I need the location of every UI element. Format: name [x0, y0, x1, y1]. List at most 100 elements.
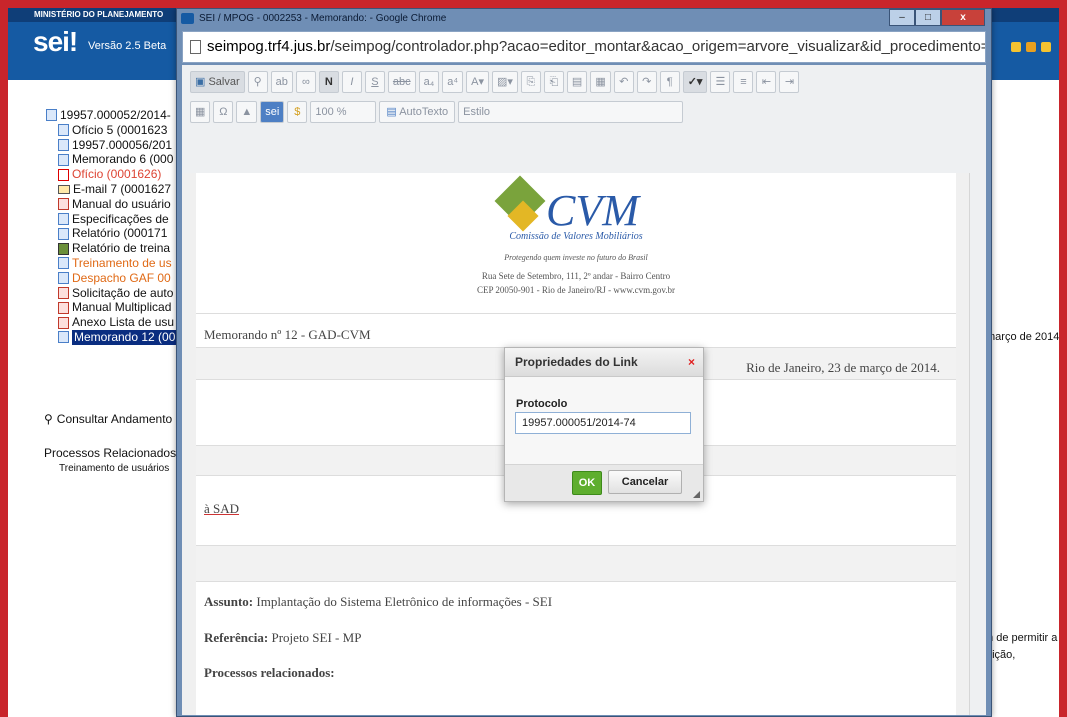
copy-icon[interactable]: ⎘ [520, 71, 541, 93]
tree-item-label: Ofício (0001626) [72, 167, 162, 182]
tree-item-label: 19957.000056/201 [72, 137, 173, 152]
tree-item-label: Relatório (000171 [72, 226, 168, 241]
replace-icon[interactable]: ab [270, 71, 293, 93]
paragraph-icon[interactable]: ¶ [659, 71, 680, 93]
process-tree: 19957.000052/2014- Ofício 5 (0001623 19957… [46, 108, 178, 345]
superscript-icon[interactable]: a⁴ [442, 71, 464, 93]
tree-item-label: Manual do usuário [72, 196, 171, 211]
related-process-item[interactable]: Treinamento de usuários [59, 463, 169, 474]
tree-item[interactable]: Despacho GAF 00 [46, 271, 177, 286]
sei-logo[interactable]: sei! [33, 26, 78, 58]
style-select[interactable]: Estilo [458, 101, 684, 123]
image-icon[interactable]: ▲ [236, 101, 258, 123]
subject-value: Implantação do Sistema Eletrônico de inf… [253, 594, 553, 609]
find-icon[interactable]: ⚲ [247, 71, 268, 93]
tree-item[interactable]: Ofício (0001626) [46, 167, 177, 182]
outdent-icon[interactable]: ⇤ [756, 71, 777, 93]
tree-item[interactable]: Manual do usuário [46, 197, 177, 212]
resize-handle-icon[interactable] [693, 491, 700, 498]
autotext-label: AutoTexto [399, 106, 449, 118]
dialog-close-icon[interactable]: × [688, 348, 695, 376]
special-char-icon[interactable]: Ω [213, 101, 234, 123]
tree-item[interactable]: 19957.000056/201 [46, 138, 177, 153]
sei-version: Versão 2.5 Beta [88, 40, 167, 52]
cancel-button[interactable]: Cancelar [608, 470, 682, 494]
toolbar-row-1: ▣ Salvar ⚲ ab ∞ N I S abc a₄ a⁴ A▾ ▨▾ ⎘ … [190, 71, 800, 93]
paste-icon[interactable]: ⎗ [543, 71, 564, 93]
memo-recipient[interactable]: à SAD [204, 501, 239, 517]
undo-icon[interactable]: ↶ [613, 71, 634, 93]
bold-button[interactable]: N [318, 71, 339, 93]
bg-text-fragment-1: m de permitir a [984, 632, 1058, 644]
tree-item[interactable]: Memorando 6 (000 [46, 152, 177, 167]
reference-value: Projeto SEI - MP [268, 630, 362, 645]
tree-item[interactable]: E-mail 7 (0001627 [46, 182, 177, 197]
font-color-icon[interactable]: A▾ [466, 71, 489, 93]
strike-button[interactable]: abc [387, 71, 416, 93]
tree-item[interactable]: Memorando 12 (00 [46, 329, 178, 345]
image-doc-icon [58, 242, 69, 255]
paste-text-icon[interactable]: ▤ [566, 71, 588, 93]
user-icon[interactable] [1041, 42, 1051, 52]
address-bar[interactable]: seimpog.trf4.jus.br/seimpog/controlador.… [182, 31, 986, 63]
zoom-select[interactable]: 100 % [310, 101, 377, 123]
tree-item[interactable]: Anexo Lista de usu [46, 315, 177, 330]
page-icon [190, 40, 201, 54]
cvm-full-name: Comissão de Valores Mobiliários [509, 231, 643, 242]
spellcheck-icon[interactable]: ✓▾ [682, 71, 708, 93]
ok-button[interactable]: OK [572, 471, 602, 495]
dialog-footer: OK Cancelar [505, 464, 703, 501]
tree-item-label: Manual Multiplicad [72, 300, 172, 315]
link-icon[interactable]: ∞ [295, 71, 316, 93]
subscript-icon[interactable]: a₄ [418, 71, 440, 93]
menu-icon[interactable] [1011, 42, 1021, 52]
table-doc-icon [58, 212, 69, 225]
bullet-list-icon[interactable]: ≡ [733, 71, 754, 93]
protocolo-input[interactable] [515, 412, 691, 434]
maximize-button[interactable]: □ [915, 9, 941, 26]
pdf-icon [58, 301, 69, 314]
cvm-name: CVM [546, 186, 639, 235]
memo-related-processes[interactable]: Processos relacionados: [204, 665, 335, 681]
tree-item[interactable]: Relatório (000171 [46, 226, 177, 241]
redo-icon[interactable]: ↷ [636, 71, 657, 93]
currency-icon[interactable]: $ [287, 101, 308, 123]
memo-number[interactable]: Memorando nº 12 - GAD-CVM [204, 327, 371, 343]
memo-date[interactable]: Rio de Janeiro, 23 de março de 2014. [746, 360, 940, 376]
link-properties-dialog: Propriedades do Link × Protocolo OK Canc… [504, 347, 704, 502]
minimize-button[interactable]: – [889, 9, 915, 26]
tree-item[interactable]: Treinamento de us [46, 256, 177, 271]
tree-item[interactable]: 19957.000052/2014- [46, 108, 177, 123]
italic-button[interactable]: I [341, 71, 362, 93]
underline-button[interactable]: S [364, 71, 385, 93]
sei-link-icon[interactable]: sei [260, 101, 285, 123]
bg-date-fragment: março de 2014 [986, 331, 1059, 343]
document-scrollbar[interactable] [969, 173, 986, 715]
tree-item[interactable]: Especificações de [46, 212, 177, 227]
tree-item[interactable]: Ofício 5 (0001623 [46, 123, 177, 138]
tree-item[interactable]: Relatório de treina [46, 241, 177, 256]
autotext-button[interactable]: ▤ AutoTexto [379, 101, 456, 123]
dialog-title-text: Propriedades do Link [515, 355, 638, 369]
close-window-button[interactable]: x [941, 9, 985, 26]
memo-reference[interactable]: Referência: Projeto SEI - MP [204, 630, 361, 646]
cvm-address-1: Rua Sete de Setembro, 111, 2º andar - Ba… [481, 271, 671, 281]
cvm-tagline: Protegendo quem investe no futuro do Bra… [504, 253, 648, 262]
table-icon[interactable]: ▦ [190, 101, 211, 123]
numbered-list-icon[interactable]: ☰ [710, 71, 731, 93]
tree-item[interactable]: Solicitação de auto [46, 286, 177, 301]
memo-subject[interactable]: Assunto: Implantação do Sistema Eletrôni… [204, 594, 552, 610]
notification-icon[interactable] [1026, 42, 1036, 52]
bg-color-icon[interactable]: ▨▾ [491, 71, 518, 93]
screenshot-frame: MINISTÉRIO DO PLANEJAMENTO sei! Versão 2… [8, 8, 1059, 717]
consult-andamento-link[interactable]: ⚲ Consultar Andamento [44, 412, 172, 426]
tree-item[interactable]: Manual Multiplicad [46, 300, 177, 315]
dialog-title[interactable]: Propriedades do Link × [505, 348, 703, 377]
window-controls: – □ x [889, 9, 985, 26]
save-button[interactable]: ▣ Salvar [190, 71, 245, 93]
editor-toolbar: ▣ Salvar ⚲ ab ∞ N I S abc a₄ a⁴ A▾ ▨▾ ⎘ … [182, 65, 986, 176]
indent-icon[interactable]: ⇥ [779, 71, 800, 93]
folder-doc-icon [46, 109, 57, 122]
paste-word-icon[interactable]: ▦ [590, 71, 611, 93]
chrome-titlebar[interactable]: SEI / MPOG - 0002253 - Memorando: - Goog… [177, 9, 991, 31]
